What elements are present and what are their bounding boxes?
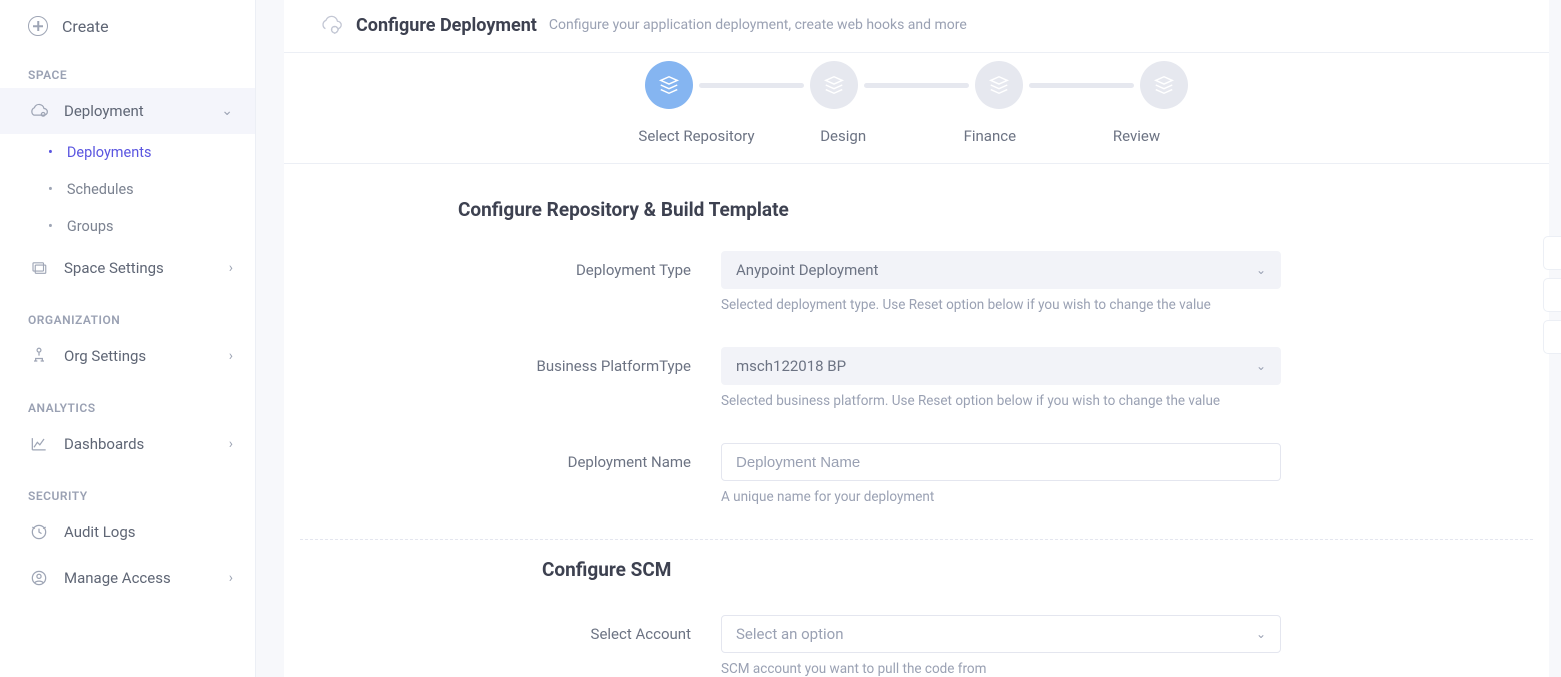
chevron-down-icon: ⌄: [1256, 627, 1266, 641]
select-placeholder: Select an option: [736, 625, 843, 643]
label-select-account: Select Account: [284, 615, 721, 677]
sidebar-item-org-settings[interactable]: Org Settings ›: [0, 333, 255, 379]
label-deployment-type: Deployment Type: [284, 251, 721, 339]
sidebar-item-label: Audit Logs: [64, 523, 136, 541]
help-deployment-name: A unique name for your deployment: [721, 489, 1281, 505]
sidebar-item-space-settings[interactable]: Space Settings ›: [0, 245, 255, 291]
step-label-2: Design: [783, 127, 903, 145]
help-select-account: SCM account you want to pull the code fr…: [721, 661, 1281, 677]
section-header-space: SPACE: [0, 46, 255, 88]
section-header-security: SECURITY: [0, 467, 255, 509]
help-business-platform: Selected business platform. Use Reset op…: [721, 393, 1281, 409]
section-title-repo: Configure Repository & Build Template: [458, 198, 1549, 221]
sidebar-item-dashboards[interactable]: Dashboards ›: [0, 421, 255, 467]
create-label: Create: [62, 17, 109, 36]
create-button[interactable]: Create: [0, 6, 255, 46]
sidebar: Create SPACE Deployment ⌄ Deployments Sc…: [0, 0, 256, 677]
label-business-platform: Business PlatformType: [284, 347, 721, 435]
sidebar-subitem-deployments[interactable]: Deployments: [0, 134, 255, 171]
chevron-down-icon: ⌄: [221, 103, 233, 119]
sidebar-item-label: Space Settings: [64, 259, 164, 277]
page-subtitle: Configure your application deployment, c…: [549, 17, 967, 33]
section-header-analytics: ANALYTICS: [0, 379, 255, 421]
step-circle-3[interactable]: [975, 61, 1023, 109]
side-action-2[interactable]: [1543, 278, 1561, 312]
input-deployment-name[interactable]: [736, 444, 1266, 480]
step-circle-2[interactable]: [810, 61, 858, 109]
chevron-down-icon: ⌄: [1256, 263, 1266, 277]
stepper: Select Repository Design Finance Review: [284, 53, 1549, 164]
chevron-right-icon: ›: [229, 436, 233, 452]
stack-icon: [1153, 74, 1175, 96]
panel-header: Configure Deployment Configure your appl…: [284, 0, 1549, 53]
org-icon: [28, 345, 50, 367]
stack-icon: [823, 74, 845, 96]
right-action-stubs: [1543, 236, 1561, 354]
side-action-3[interactable]: [1543, 320, 1561, 354]
sidebar-item-label: Manage Access: [64, 569, 171, 587]
chart-icon: [28, 433, 50, 455]
chevron-right-icon: ›: [229, 348, 233, 364]
step-label-1: Select Repository: [637, 127, 757, 145]
form-content: Configure Repository & Build Template De…: [284, 164, 1549, 677]
page-title: Configure Deployment: [356, 15, 537, 36]
select-value: msch122018 BP: [736, 357, 846, 375]
sidebar-item-deployment[interactable]: Deployment ⌄: [0, 88, 255, 134]
select-business-platform[interactable]: msch122018 BP ⌄: [721, 347, 1281, 385]
sidebar-subitem-schedules[interactable]: Schedules: [0, 171, 255, 208]
sidebar-item-label: Org Settings: [64, 347, 146, 365]
section-title-scm: Configure SCM: [542, 558, 1549, 581]
label-deployment-name: Deployment Name: [284, 443, 721, 531]
sidebar-item-label: Deployment: [64, 102, 144, 120]
sidebar-item-audit-logs[interactable]: Audit Logs: [0, 509, 255, 555]
help-deployment-type: Selected deployment type. Use Reset opti…: [721, 297, 1281, 313]
stack-icon: [988, 74, 1010, 96]
select-deployment-type[interactable]: Anypoint Deployment ⌄: [721, 251, 1281, 289]
cloud-icon: [28, 100, 50, 122]
content-panel: Configure Deployment Configure your appl…: [284, 0, 1549, 677]
chevron-right-icon: ›: [229, 260, 233, 276]
step-label-3: Finance: [930, 127, 1050, 145]
divider: [300, 539, 1533, 540]
select-value: Anypoint Deployment: [736, 261, 878, 279]
cloud-config-icon: [318, 14, 344, 36]
stack-icon: [658, 74, 680, 96]
audit-icon: [28, 521, 50, 543]
layers-icon: [28, 257, 50, 279]
step-label-4: Review: [1076, 127, 1196, 145]
side-action-1[interactable]: [1543, 236, 1561, 270]
sidebar-item-label: Dashboards: [64, 435, 144, 453]
sidebar-subitem-groups[interactable]: Groups: [0, 208, 255, 245]
chevron-right-icon: ›: [229, 570, 233, 586]
section-header-organization: ORGANIZATION: [0, 291, 255, 333]
input-deployment-name-wrap: [721, 443, 1281, 481]
step-circle-4[interactable]: [1140, 61, 1188, 109]
sidebar-item-manage-access[interactable]: Manage Access ›: [0, 555, 255, 601]
chevron-down-icon: ⌄: [1256, 359, 1266, 373]
select-account[interactable]: Select an option ⌄: [721, 615, 1281, 653]
access-icon: [28, 567, 50, 589]
plus-icon: [28, 16, 48, 36]
step-circle-1[interactable]: [645, 61, 693, 109]
